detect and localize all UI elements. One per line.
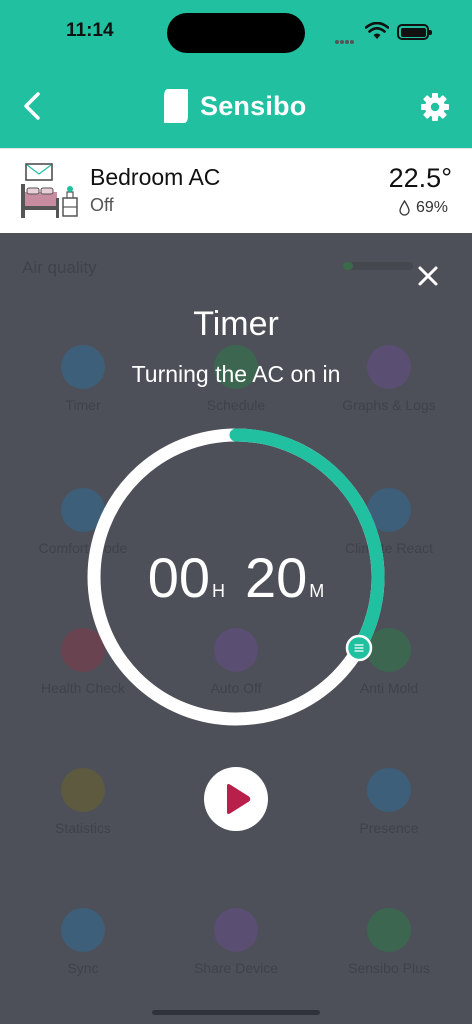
- stats-icon: [61, 768, 105, 812]
- device-state: Off: [90, 195, 114, 215]
- timer-title: Timer: [193, 305, 279, 343]
- temperature-value: 22.5°: [388, 163, 452, 193]
- status-bar: 11:14: [0, 0, 472, 64]
- status-time: 11:14: [66, 20, 114, 41]
- air-quality-bar: [343, 262, 413, 270]
- timer-hours: 00: [147, 546, 210, 609]
- presence-icon: [367, 768, 411, 812]
- timer-hours-unit: H: [212, 581, 225, 601]
- sync-icon: [61, 908, 105, 952]
- feature-share: Share Device: [161, 908, 311, 976]
- share-icon: [214, 908, 258, 952]
- feature-presence: Presence: [314, 768, 464, 836]
- back-chevron-icon[interactable]: [18, 88, 46, 124]
- play-button[interactable]: [204, 767, 268, 831]
- home-indicator: [152, 1010, 320, 1015]
- humidity-readout: 69%: [399, 199, 448, 217]
- gear-icon[interactable]: [420, 92, 450, 122]
- feature-statistics: Statistics: [8, 768, 158, 836]
- timer-ring-progress: [229, 428, 385, 655]
- timer-minutes: 20: [245, 546, 308, 609]
- feature-plus: Sensibo Plus: [314, 908, 464, 976]
- device-name: Bedroom AC: [90, 164, 221, 190]
- air-quality-label: Air quality: [22, 258, 97, 277]
- signal-icon: [335, 31, 355, 49]
- timer-readout: 00 H 20 M: [86, 545, 386, 610]
- droplet-icon: [399, 200, 410, 216]
- wifi-icon: [365, 22, 389, 39]
- brand-name: Sensibo: [200, 90, 307, 121]
- sensibo-logo-icon: [164, 89, 188, 123]
- plus-icon: [367, 908, 411, 952]
- brand: Sensibo: [162, 86, 306, 126]
- bedroom-icon: [21, 163, 78, 218]
- timer-minutes-unit: M: [309, 581, 325, 601]
- close-icon[interactable]: [414, 262, 442, 290]
- timer-subtitle: Turning the AC on in: [131, 361, 341, 387]
- feature-sync: Sync: [8, 908, 158, 976]
- timer-ring-handle[interactable]: [345, 634, 373, 662]
- battery-icon: [397, 24, 432, 40]
- nav-bar: Sensibo: [0, 64, 472, 148]
- dynamic-island: [167, 13, 305, 53]
- play-icon: [227, 784, 251, 814]
- humidity-value: 69%: [415, 199, 448, 216]
